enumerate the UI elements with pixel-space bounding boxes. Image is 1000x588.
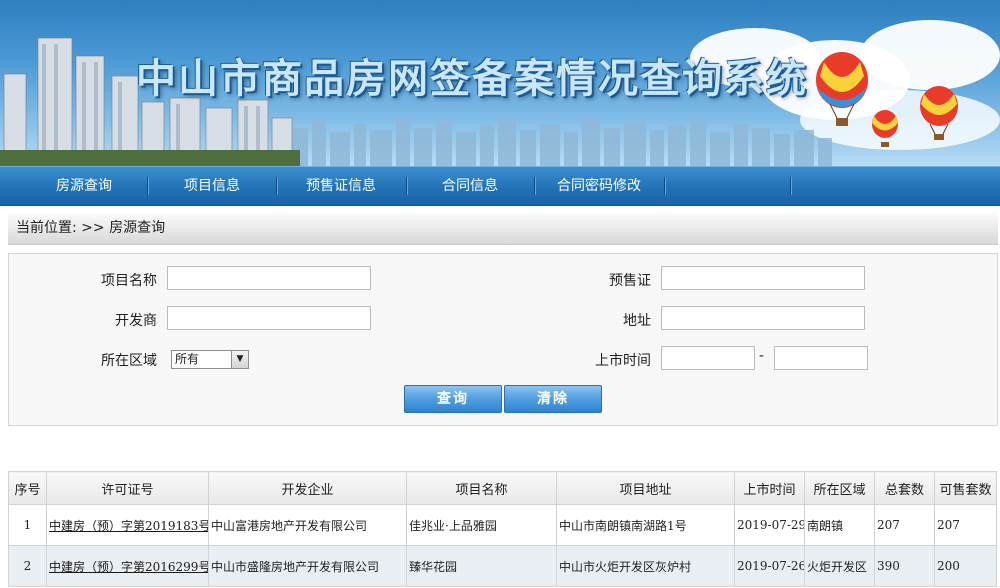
project-name-label: 项目名称 <box>101 273 157 289</box>
cell-listing-time: 2019-07-26 <box>734 545 805 587</box>
nav-item-contract-password[interactable]: 合同密码修改 <box>544 167 654 205</box>
main-nav: 房源查询 项目信息 预售证信息 合同信息 合同密码修改 <box>0 166 1000 206</box>
query-button[interactable]: 查询 <box>404 385 502 413</box>
cell-region: 火炬开发区 <box>804 545 875 587</box>
col-header-index: 序号 <box>8 471 47 505</box>
nav-item-listing-query[interactable]: 房源查询 <box>36 167 132 205</box>
hot-air-balloon-image <box>872 110 898 147</box>
date-range-separator: - <box>759 348 765 364</box>
listing-time-label: 上市时间 <box>595 353 651 369</box>
nav-item-contract-info[interactable]: 合同信息 <box>422 167 518 205</box>
presale-label: 预售证 <box>609 273 651 289</box>
col-header-region: 所在区域 <box>804 471 875 505</box>
cell-address: 中山市火炬开发区灰炉村 <box>556 545 735 587</box>
table-header-row: 序号 许可证号 开发企业 项目名称 项目地址 上市时间 所在区域 总套数 可售套… <box>8 471 997 505</box>
results-table: 序号 许可证号 开发企业 项目名称 项目地址 上市时间 所在区域 总套数 可售套… <box>8 471 997 587</box>
cell-developer: 中山富港房地产开发有限公司 <box>208 504 407 546</box>
cell-permit: 中建房（预）字第2016299号 <box>46 545 209 587</box>
listing-time-to-input[interactable] <box>774 346 868 370</box>
col-header-listing-time: 上市时间 <box>734 471 805 505</box>
region-label: 所在区域 <box>101 353 157 369</box>
region-selected-value: 所有 <box>175 352 200 366</box>
breadcrumb-text: 当前位置: >> 房源查询 <box>16 220 166 236</box>
col-header-address: 项目地址 <box>556 471 735 505</box>
search-form: 项目名称 预售证 开发商 地址 所在区域 所有 ▼ 上市时间 - 查询 清除 <box>8 253 998 426</box>
developer-input[interactable] <box>167 306 371 330</box>
permit-link[interactable]: 中建房（预）字第2016299号 <box>49 560 208 574</box>
cell-total-units: 207 <box>874 504 935 546</box>
listing-time-from-input[interactable] <box>661 346 755 370</box>
cell-available-units: 207 <box>934 504 997 546</box>
region-select[interactable]: 所有 ▼ <box>171 350 249 369</box>
cell-total-units: 390 <box>874 545 935 587</box>
nav-divider <box>147 177 148 195</box>
hot-air-balloon-image <box>816 52 868 126</box>
hot-air-balloon-image <box>920 86 958 140</box>
nav-divider <box>406 177 407 195</box>
cell-project: 佳兆业·上品雅园 <box>406 504 557 546</box>
col-header-available-units: 可售套数 <box>934 471 997 505</box>
table-row: 1 中建房（预）字第2019183号 中山富港房地产开发有限公司 佳兆业·上品雅… <box>8 504 997 546</box>
nav-divider <box>534 177 535 195</box>
header-banner: 中山市商品房网签备案情况查询系统 <box>0 0 1000 166</box>
chevron-down-icon[interactable]: ▼ <box>231 351 248 368</box>
clear-button[interactable]: 清除 <box>504 385 602 413</box>
cell-index: 2 <box>8 545 47 587</box>
nav-item-presale-info[interactable]: 预售证信息 <box>286 167 396 205</box>
col-header-developer: 开发企业 <box>208 471 407 505</box>
col-header-permit: 许可证号 <box>46 471 209 505</box>
cell-listing-time: 2019-07-29 <box>734 504 805 546</box>
permit-link[interactable]: 中建房（预）字第2019183号 <box>49 519 208 533</box>
nav-divider <box>790 177 791 195</box>
table-row: 2 中建房（预）字第2016299号 中山市盛隆房地产开发有限公司 臻华花园 中… <box>8 545 997 587</box>
cell-region: 南朗镇 <box>804 504 875 546</box>
nav-divider <box>276 177 277 195</box>
cell-project: 臻华花园 <box>406 545 557 587</box>
cell-index: 1 <box>8 504 47 546</box>
site-title: 中山市商品房网签备案情况查询系统 <box>136 55 808 102</box>
cell-address: 中山市南朗镇南湖路1号 <box>556 504 735 546</box>
address-label: 地址 <box>623 313 651 329</box>
developer-label: 开发商 <box>115 313 157 329</box>
cell-available-units: 200 <box>934 545 997 587</box>
nav-item-project-info[interactable]: 项目信息 <box>164 167 260 205</box>
col-header-project: 项目名称 <box>406 471 557 505</box>
address-input[interactable] <box>661 306 865 330</box>
project-name-input[interactable] <box>167 266 371 290</box>
presale-input[interactable] <box>661 266 865 290</box>
cell-developer: 中山市盛隆房地产开发有限公司 <box>208 545 407 587</box>
breadcrumb: 当前位置: >> 房源查询 <box>8 212 998 245</box>
col-header-total-units: 总套数 <box>874 471 935 505</box>
cell-permit: 中建房（预）字第2019183号 <box>46 504 209 546</box>
nav-divider <box>664 177 665 195</box>
